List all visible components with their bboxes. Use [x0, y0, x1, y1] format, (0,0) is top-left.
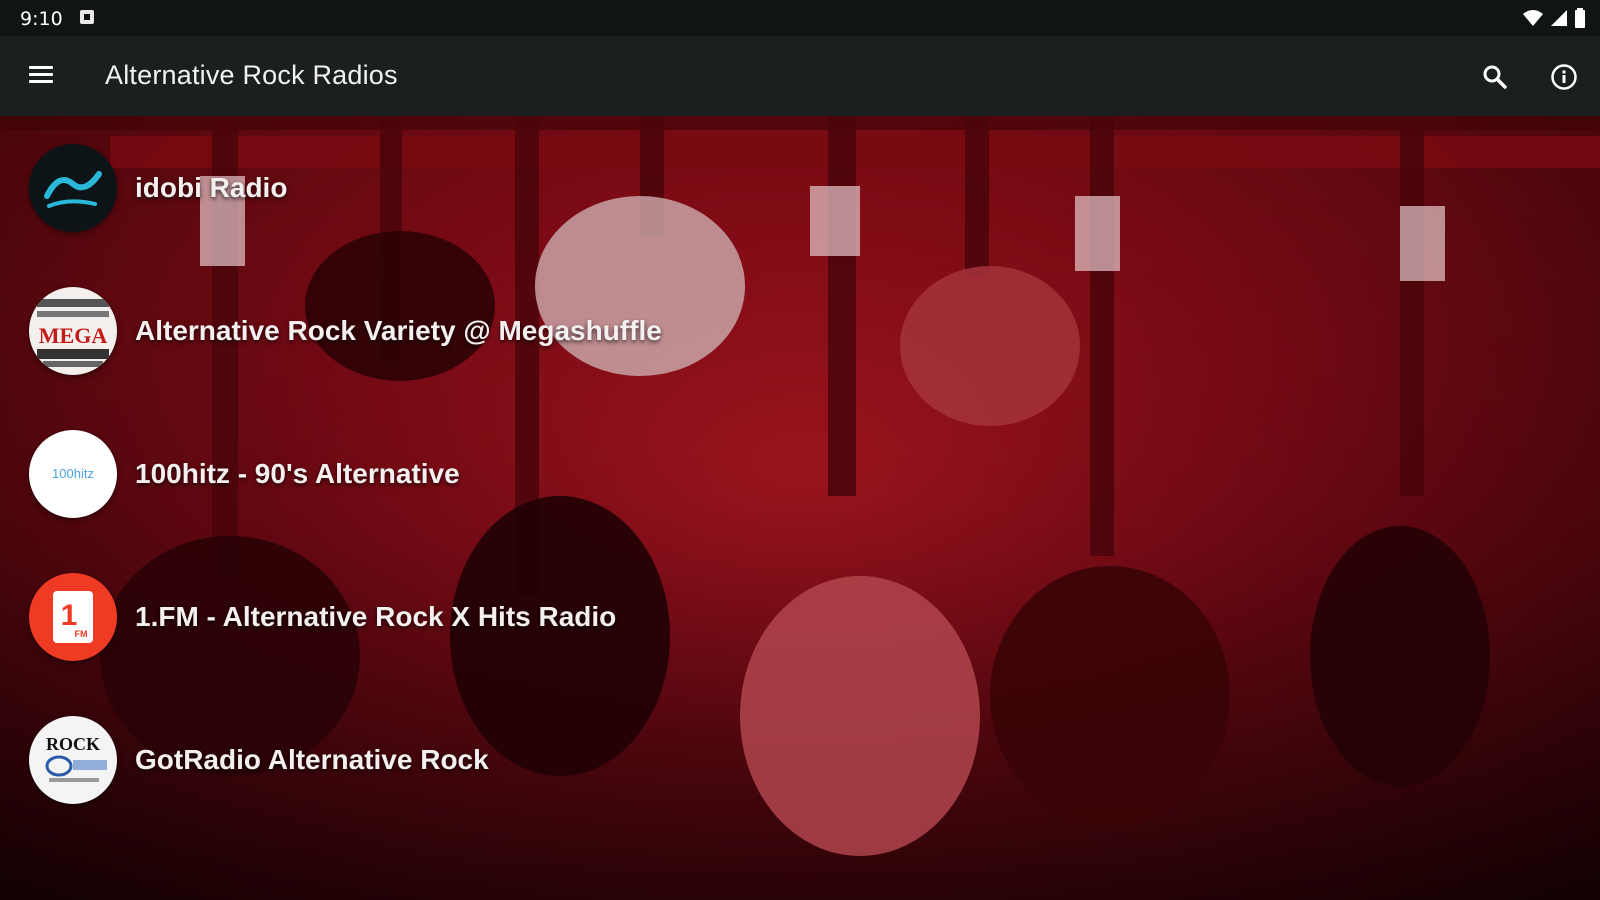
station-name: GotRadio Alternative Rock	[135, 744, 489, 775]
list-item[interactable]: idobi Radio	[0, 130, 1600, 250]
1fm-logo-text: 1	[61, 599, 78, 632]
status-bar: 9:10	[0, 0, 1600, 36]
status-time: 9:10	[20, 8, 63, 30]
100hitz-logo-text: 100hitz	[52, 466, 94, 481]
info-icon[interactable]	[1549, 62, 1579, 92]
gotradio-logo-icon: ROCK	[29, 716, 117, 804]
1fm-logo-icon: 1 FM	[29, 573, 117, 661]
station-name: 1.FM - Alternative Rock X Hits Radio	[135, 601, 617, 632]
megashuffle-logo-text: MEGA	[39, 323, 108, 348]
station-name: 100hitz - 90's Alternative	[135, 458, 460, 489]
page-title: Alternative Rock Radios	[105, 60, 398, 90]
wifi-icon	[1523, 10, 1543, 26]
list-item[interactable]: ROCK GotRadio Alternative Rock	[0, 702, 1600, 822]
search-icon[interactable]	[1480, 62, 1510, 92]
idobi-logo-icon	[29, 144, 117, 232]
hamburger-menu-icon[interactable]	[26, 62, 56, 90]
app-bar: Alternative Rock Radios	[0, 36, 1600, 116]
station-name: idobi Radio	[135, 172, 288, 203]
megashuffle-logo-icon: MEGA	[29, 287, 117, 375]
signal-icon	[1551, 10, 1567, 26]
list-item[interactable]: 1 FM 1.FM - Alternative Rock X Hits Radi…	[0, 559, 1600, 679]
battery-icon	[1575, 8, 1585, 28]
list-item[interactable]: MEGA Alternative Rock Variety @ Megashuf…	[0, 273, 1600, 393]
list-item[interactable]: 100hitz 100hitz - 90's Alternative	[0, 416, 1600, 536]
svg-text:FM: FM	[75, 629, 88, 639]
100hitz-logo-icon: 100hitz	[29, 430, 117, 518]
station-name: Alternative Rock Variety @ Megashuffle	[135, 315, 662, 346]
gotradio-logo-text: ROCK	[46, 734, 100, 754]
notification-icon	[80, 10, 94, 24]
status-icons	[1522, 8, 1586, 28]
